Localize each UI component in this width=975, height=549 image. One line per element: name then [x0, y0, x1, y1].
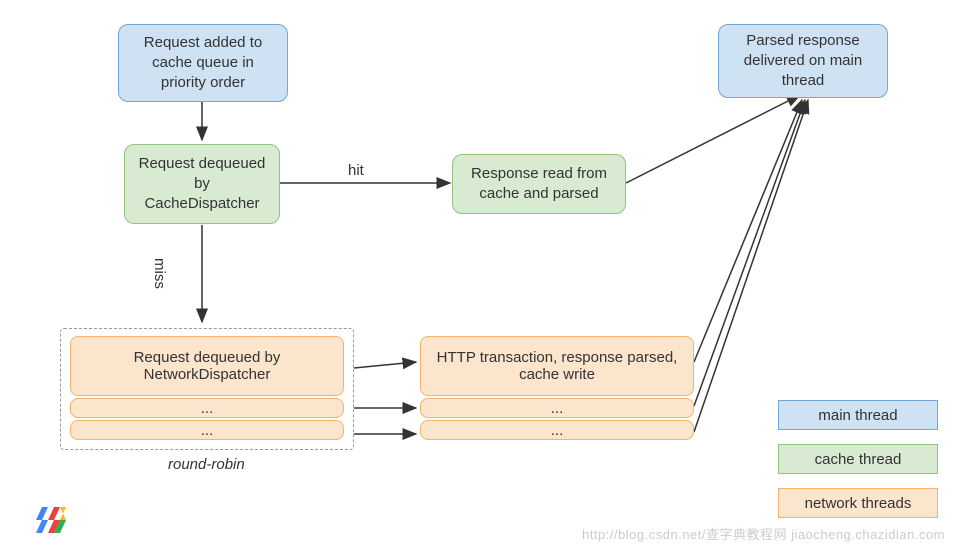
legend-network-threads: network threads [778, 488, 938, 518]
annotation-round-robin: round-robin [168, 456, 245, 473]
node-label: Response read from cache and parsed [463, 164, 615, 205]
ellipsis-label: ... [201, 422, 214, 439]
watermark-text: http://blog.csdn.net/查字典教程网 jiaocheng.ch… [582, 524, 945, 543]
node-http-transaction: HTTP transaction, response parsed, cache… [420, 336, 694, 396]
node-parsed-delivered: Parsed response delivered on main thread [718, 24, 888, 98]
legend-label: network threads [805, 495, 912, 512]
node-label: HTTP transaction, response parsed, cache… [429, 349, 685, 383]
node-network-dispatcher: Request dequeued by NetworkDispatcher [70, 336, 344, 396]
legend-main-thread: main thread [778, 400, 938, 430]
google-logo-icon [36, 507, 74, 533]
node-http-transaction-stack-1: ... [420, 398, 694, 418]
node-network-dispatcher-stack-1: ... [70, 398, 344, 418]
legend-label: main thread [818, 407, 897, 424]
node-cache-dispatcher: Request dequeued by CacheDispatcher [124, 144, 280, 224]
node-network-dispatcher-stack-2: ... [70, 420, 344, 440]
node-label: Request dequeued by CacheDispatcher [135, 154, 269, 215]
node-cache-read: Response read from cache and parsed [452, 154, 626, 214]
node-label: Request dequeued by NetworkDispatcher [71, 349, 343, 383]
edge-label-miss: miss [151, 258, 168, 289]
edge-label-hit: hit [348, 162, 364, 179]
node-request-added: Request added to cache queue in priority… [118, 24, 288, 102]
ellipsis-label: ... [551, 422, 564, 439]
legend-cache-thread: cache thread [778, 444, 938, 474]
ellipsis-label: ... [201, 400, 214, 417]
ellipsis-label: ... [551, 400, 564, 417]
node-http-transaction-stack-2: ... [420, 420, 694, 440]
legend-label: cache thread [815, 451, 902, 468]
node-label: Parsed response delivered on main thread [729, 31, 877, 92]
node-label: Request added to cache queue in priority… [129, 33, 277, 94]
